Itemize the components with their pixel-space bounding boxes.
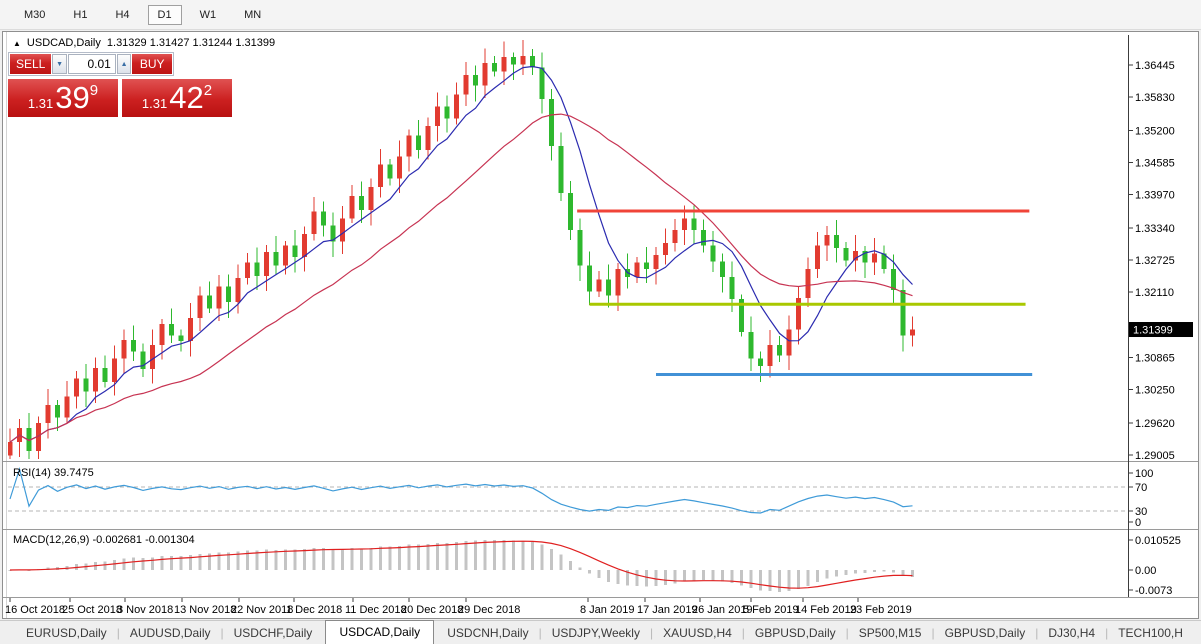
buy-price-pip: 2 bbox=[203, 82, 213, 99]
chart-window-frame bbox=[2, 31, 1199, 619]
rsi-name: RSI(14) bbox=[13, 467, 51, 479]
svg-text:70: 70 bbox=[1135, 482, 1147, 494]
rsi-value: 39.7475 bbox=[53, 467, 94, 479]
macd-indicator-label: MACD(12,26,9) -0.002681 -0.001304 bbox=[13, 534, 195, 546]
sell-price-prefix: 1.31 bbox=[27, 96, 54, 111]
svg-text:1.30250: 1.30250 bbox=[1135, 385, 1175, 397]
macd-value: -0.002681 -0.001304 bbox=[92, 534, 195, 546]
svg-text:25 Oct 2018: 25 Oct 2018 bbox=[62, 604, 122, 616]
svg-text:20 Dec 2018: 20 Dec 2018 bbox=[401, 604, 463, 616]
svg-text:0.010525: 0.010525 bbox=[1135, 535, 1181, 547]
svg-text:-0.0073: -0.0073 bbox=[1135, 585, 1172, 597]
svg-text:11 Dec 2018: 11 Dec 2018 bbox=[345, 604, 407, 616]
one-click-trading-panel: SELL ▼ ▲ BUY 1.31 39 9 1.31 42 2 bbox=[8, 52, 234, 117]
svg-text:14 Feb 2019: 14 Feb 2019 bbox=[795, 604, 857, 616]
buy-price-button[interactable]: 1.31 42 2 bbox=[122, 79, 232, 117]
svg-text:1.32725: 1.32725 bbox=[1135, 255, 1175, 267]
svg-text:23 Feb 2019: 23 Feb 2019 bbox=[850, 604, 912, 616]
svg-text:8 Jan 2019: 8 Jan 2019 bbox=[580, 604, 634, 616]
buy-button[interactable]: BUY bbox=[132, 54, 172, 74]
svg-text:0: 0 bbox=[1135, 517, 1141, 529]
svg-text:1.33340: 1.33340 bbox=[1135, 223, 1175, 235]
svg-text:100: 100 bbox=[1135, 468, 1153, 480]
tab-audusd-daily[interactable]: AUDUSD,Daily bbox=[120, 623, 221, 644]
tab-usdcad-daily[interactable]: USDCAD,Daily bbox=[325, 620, 435, 644]
tab-tech100-h[interactable]: TECH100,H bbox=[1108, 623, 1193, 644]
svg-text:1 Dec 2018: 1 Dec 2018 bbox=[286, 604, 342, 616]
tab-eurusd-daily[interactable]: EURUSD,Daily bbox=[16, 623, 117, 644]
sell-price-pip: 9 bbox=[89, 82, 99, 99]
macd-name: MACD(12,26,9) bbox=[13, 534, 90, 546]
svg-text:1.30865: 1.30865 bbox=[1135, 353, 1175, 365]
svg-text:3 Nov 2018: 3 Nov 2018 bbox=[117, 604, 173, 616]
svg-text:1.29005: 1.29005 bbox=[1135, 450, 1175, 462]
rsi-indicator-label: RSI(14) 39.7475 bbox=[13, 467, 94, 479]
svg-text:1.33970: 1.33970 bbox=[1135, 190, 1175, 202]
order-entry-row: SELL ▼ ▲ BUY bbox=[8, 52, 174, 76]
svg-text:1.35830: 1.35830 bbox=[1135, 92, 1175, 104]
chart-title: ▲ USDCAD,Daily 1.31329 1.31427 1.31244 1… bbox=[13, 37, 275, 49]
tab-usdchf-daily[interactable]: USDCHF,Daily bbox=[224, 623, 323, 644]
ohlc-values: 1.31329 1.31427 1.31244 1.31399 bbox=[106, 37, 276, 49]
current-price-tag: 1.31399 bbox=[1129, 322, 1193, 338]
svg-text:29 Dec 2018: 29 Dec 2018 bbox=[458, 604, 520, 616]
tab-sp500-m15[interactable]: SP500,M15 bbox=[849, 623, 932, 644]
tab-usdjpy-weekly[interactable]: USDJPY,Weekly bbox=[542, 623, 650, 644]
sell-price-button[interactable]: 1.31 39 9 bbox=[8, 79, 118, 117]
symbol-title: USDCAD,Daily bbox=[26, 37, 101, 49]
svg-text:1.34585: 1.34585 bbox=[1135, 158, 1175, 170]
tab-xauusd-h4[interactable]: XAUUSD,H4 bbox=[653, 623, 742, 644]
volume-input[interactable] bbox=[67, 54, 116, 74]
svg-text:1.32110: 1.32110 bbox=[1135, 287, 1174, 299]
tab-gbpusd-daily[interactable]: GBPUSD,Daily bbox=[745, 623, 846, 644]
svg-text:22 Nov 2018: 22 Nov 2018 bbox=[231, 604, 293, 616]
quote-buttons-row: 1.31 39 9 1.31 42 2 bbox=[8, 79, 234, 117]
collapse-panel-arrow-icon[interactable]: ▲ bbox=[13, 39, 21, 48]
svg-text:1.29620: 1.29620 bbox=[1135, 418, 1175, 430]
tab-dj30-h4[interactable]: DJ30,H4 bbox=[1038, 623, 1105, 644]
tab-usdcnh-daily[interactable]: USDCNH,Daily bbox=[437, 623, 538, 644]
buy-price-prefix: 1.31 bbox=[141, 96, 168, 111]
tab-gbpusd-daily[interactable]: GBPUSD,Daily bbox=[935, 623, 1036, 644]
svg-text:1.36445: 1.36445 bbox=[1135, 60, 1175, 72]
svg-text:5 Feb 2019: 5 Feb 2019 bbox=[743, 604, 799, 616]
volume-decrease-button[interactable]: ▼ bbox=[52, 54, 67, 74]
svg-text:16 Oct 2018: 16 Oct 2018 bbox=[5, 604, 65, 616]
svg-text:0.00: 0.00 bbox=[1135, 565, 1156, 577]
svg-text:17 Jan 2019: 17 Jan 2019 bbox=[637, 604, 698, 616]
svg-text:1.31399: 1.31399 bbox=[1133, 325, 1173, 337]
sell-button[interactable]: SELL bbox=[10, 54, 52, 74]
chart-tabs-bar: EURUSD,Daily|AUDUSD,Daily|USDCHF,Daily|U… bbox=[0, 620, 1201, 644]
buy-price-main: 42 bbox=[169, 80, 204, 115]
volume-increase-button[interactable]: ▲ bbox=[116, 54, 132, 74]
sell-price-main: 39 bbox=[55, 80, 90, 115]
svg-text:1.35200: 1.35200 bbox=[1135, 125, 1175, 137]
svg-text:13 Nov 2018: 13 Nov 2018 bbox=[174, 604, 236, 616]
